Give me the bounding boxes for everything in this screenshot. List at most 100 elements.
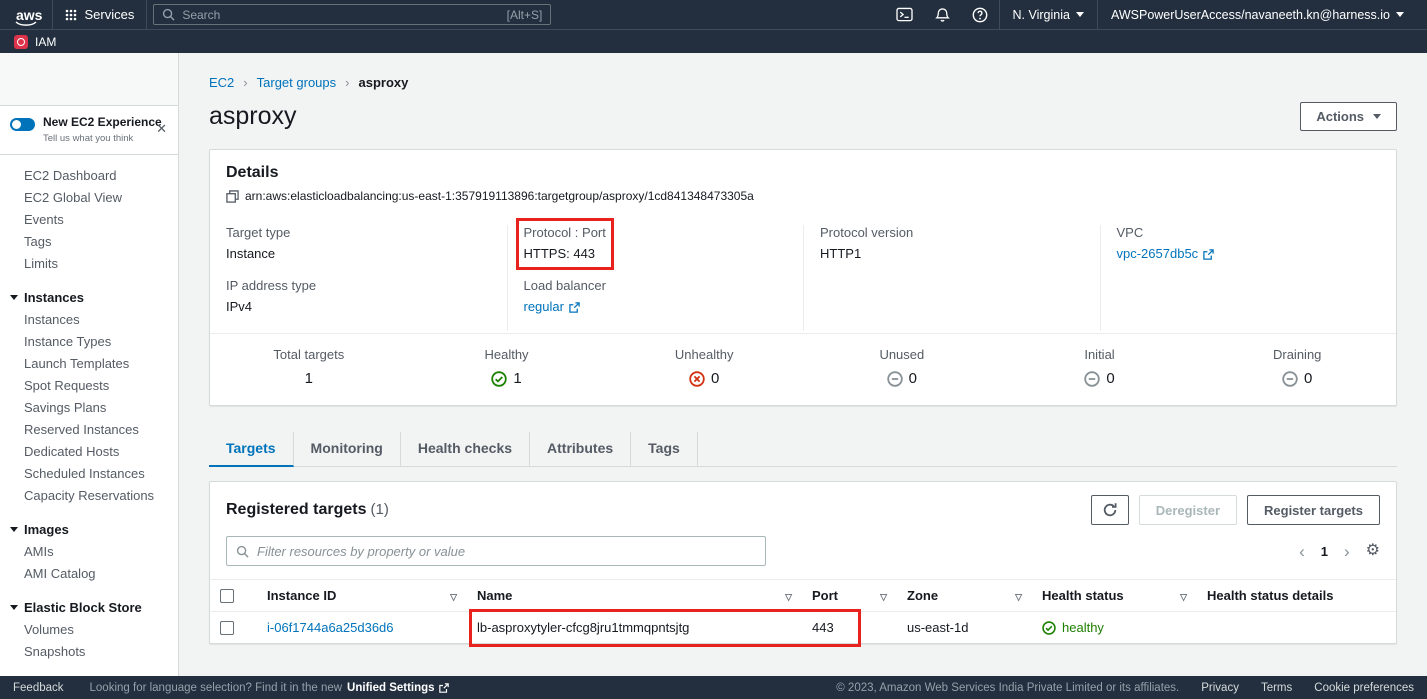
account-menu[interactable]: AWSPowerUserAccess/navaneeth.kn@harness.… — [1098, 0, 1417, 29]
region-selector[interactable]: N. Virginia — [1000, 0, 1097, 29]
tab-targets[interactable]: Targets — [209, 432, 294, 467]
table-settings-icon[interactable]: ⚙ — [1366, 543, 1380, 559]
load-balancer-link[interactable]: regular — [524, 299, 580, 315]
column-zone[interactable]: Zone — [897, 580, 1032, 612]
stat-value: 1 — [513, 370, 521, 387]
sidebar-item-amis[interactable]: AMIs — [0, 541, 178, 563]
stat-initial: Initial 0 — [1001, 347, 1199, 387]
column-sort-icon[interactable] — [1015, 588, 1022, 603]
vpc-link[interactable]: vpc-2657db5c — [1117, 246, 1215, 262]
sidebar-item-reserved-instances[interactable]: Reserved Instances — [0, 419, 178, 441]
link-text: vpc-2657db5c — [1117, 246, 1199, 262]
field-target-type: Target type Instance — [226, 225, 491, 262]
sidebar-item-tags[interactable]: Tags — [0, 231, 178, 253]
chevron-down-icon — [1373, 114, 1381, 119]
targets-filter[interactable] — [226, 536, 766, 566]
sidebar-item-limits[interactable]: Limits — [0, 253, 178, 275]
column-health-status[interactable]: Health status — [1032, 580, 1197, 612]
section-collapse-icon — [10, 295, 18, 300]
breadcrumb-ec2[interactable]: EC2 — [209, 75, 234, 90]
refresh-icon — [1102, 502, 1118, 518]
stat-label: Unhealthy — [605, 347, 803, 362]
aws-logo[interactable]: aws — [6, 8, 52, 22]
column-instance-id[interactable]: Instance ID — [257, 580, 467, 612]
section-collapse-icon — [10, 527, 18, 532]
global-search-input[interactable] — [182, 8, 499, 22]
terms-link[interactable]: Terms — [1261, 682, 1292, 694]
external-link-icon — [569, 302, 580, 313]
targets-filter-input[interactable] — [257, 544, 756, 559]
sidebar-item-dedicated-hosts[interactable]: Dedicated Hosts — [0, 441, 178, 463]
deregister-button[interactable]: Deregister — [1139, 495, 1237, 525]
tab-tags[interactable]: Tags — [631, 432, 698, 467]
experience-title: New EC2 Experience — [43, 115, 162, 131]
sidebar-item-volumes[interactable]: Volumes — [0, 619, 178, 641]
tab-attributes[interactable]: Attributes — [530, 432, 631, 467]
column-name[interactable]: Name — [467, 580, 802, 612]
stat-value: 1 — [305, 370, 313, 387]
new-experience-panel: New EC2 Experience Tell us what you thin… — [0, 105, 178, 155]
actions-button[interactable]: Actions — [1300, 102, 1397, 131]
sidebar-item-ec2-global-view[interactable]: EC2 Global View — [0, 187, 178, 209]
experience-subtitle[interactable]: Tell us what you think — [43, 133, 162, 144]
sidebar-item-scheduled-instances[interactable]: Scheduled Instances — [0, 463, 178, 485]
cookie-preferences-link[interactable]: Cookie preferences — [1314, 682, 1414, 694]
copy-icon[interactable] — [226, 190, 239, 203]
iam-shortcut[interactable]: IAM — [35, 35, 56, 49]
details-heading: Details — [226, 164, 1380, 182]
field-label: Protocol version — [820, 225, 1084, 241]
stat-value: 0 — [1304, 370, 1312, 387]
tab-monitoring[interactable]: Monitoring — [294, 432, 401, 467]
previous-page-button[interactable]: ‹ — [1299, 543, 1305, 560]
tab-health-checks[interactable]: Health checks — [401, 432, 530, 467]
select-all-checkbox[interactable] — [220, 589, 234, 603]
sidebar-nav: EC2 Dashboard EC2 Global View Events Tag… — [0, 155, 178, 673]
neutral-status-icon — [1282, 371, 1298, 387]
feedback-link[interactable]: Feedback — [13, 682, 64, 694]
stat-value: 0 — [1106, 370, 1114, 387]
sidebar-item-capacity-reservations[interactable]: Capacity Reservations — [0, 485, 178, 507]
sidebar-item-instances[interactable]: Instances — [0, 309, 178, 331]
sidebar-item-snapshots[interactable]: Snapshots — [0, 641, 178, 663]
stat-label: Initial — [1001, 347, 1199, 362]
close-icon[interactable]: ✕ — [156, 122, 167, 135]
new-experience-toggle[interactable] — [10, 118, 35, 131]
column-sort-icon[interactable] — [785, 588, 792, 603]
sidebar-section-instances[interactable]: Instances — [0, 287, 178, 309]
row-checkbox[interactable] — [220, 621, 234, 635]
unified-settings-link[interactable]: Unified Settings — [347, 682, 449, 694]
registered-targets-card: Registered targets(1) Deregister Registe… — [209, 481, 1397, 644]
notifications-button[interactable] — [924, 0, 961, 29]
next-page-button[interactable]: › — [1344, 543, 1350, 560]
sidebar-item-launch-templates[interactable]: Launch Templates — [0, 353, 178, 375]
column-sort-icon[interactable] — [880, 588, 887, 603]
sidebar-item-instance-types[interactable]: Instance Types — [0, 331, 178, 353]
register-targets-button[interactable]: Register targets — [1247, 495, 1380, 525]
column-sort-icon[interactable] — [450, 588, 457, 603]
privacy-link[interactable]: Privacy — [1201, 682, 1239, 694]
page-number[interactable]: 1 — [1321, 544, 1328, 559]
sidebar-section-images[interactable]: Images — [0, 519, 178, 541]
sidebar-item-ami-catalog[interactable]: AMI Catalog — [0, 563, 178, 585]
sidebar-item-spot-requests[interactable]: Spot Requests — [0, 375, 178, 397]
sidebar-section-elastic-block-store[interactable]: Elastic Block Store — [0, 597, 178, 619]
column-port[interactable]: Port — [802, 580, 897, 612]
services-menu[interactable]: Services — [53, 0, 146, 29]
cloudshell-button[interactable] — [885, 0, 924, 29]
breadcrumb: EC2 › Target groups › asproxy — [209, 75, 1397, 90]
sidebar-item-savings-plans[interactable]: Savings Plans — [0, 397, 178, 419]
column-sort-icon[interactable] — [1180, 588, 1187, 603]
help-button[interactable] — [961, 0, 999, 29]
breadcrumb-target-groups[interactable]: Target groups — [257, 75, 337, 90]
sidebar-item-events[interactable]: Events — [0, 209, 178, 231]
registered-targets-table: Instance ID Name Port Zone Health status… — [210, 579, 1396, 643]
refresh-button[interactable] — [1091, 495, 1129, 525]
stat-total-targets: Total targets 1 — [210, 347, 408, 387]
global-search[interactable]: [Alt+S] — [153, 4, 551, 25]
search-icon — [236, 545, 249, 558]
sidebar-item-ec2-dashboard[interactable]: EC2 Dashboard — [0, 165, 178, 187]
field-label: Protocol : Port — [524, 225, 606, 241]
field-label: VPC — [1117, 225, 1381, 241]
registered-targets-count: (1) — [371, 501, 389, 518]
instance-id-link[interactable]: i-06f1744a6a25d36d6 — [267, 620, 394, 635]
